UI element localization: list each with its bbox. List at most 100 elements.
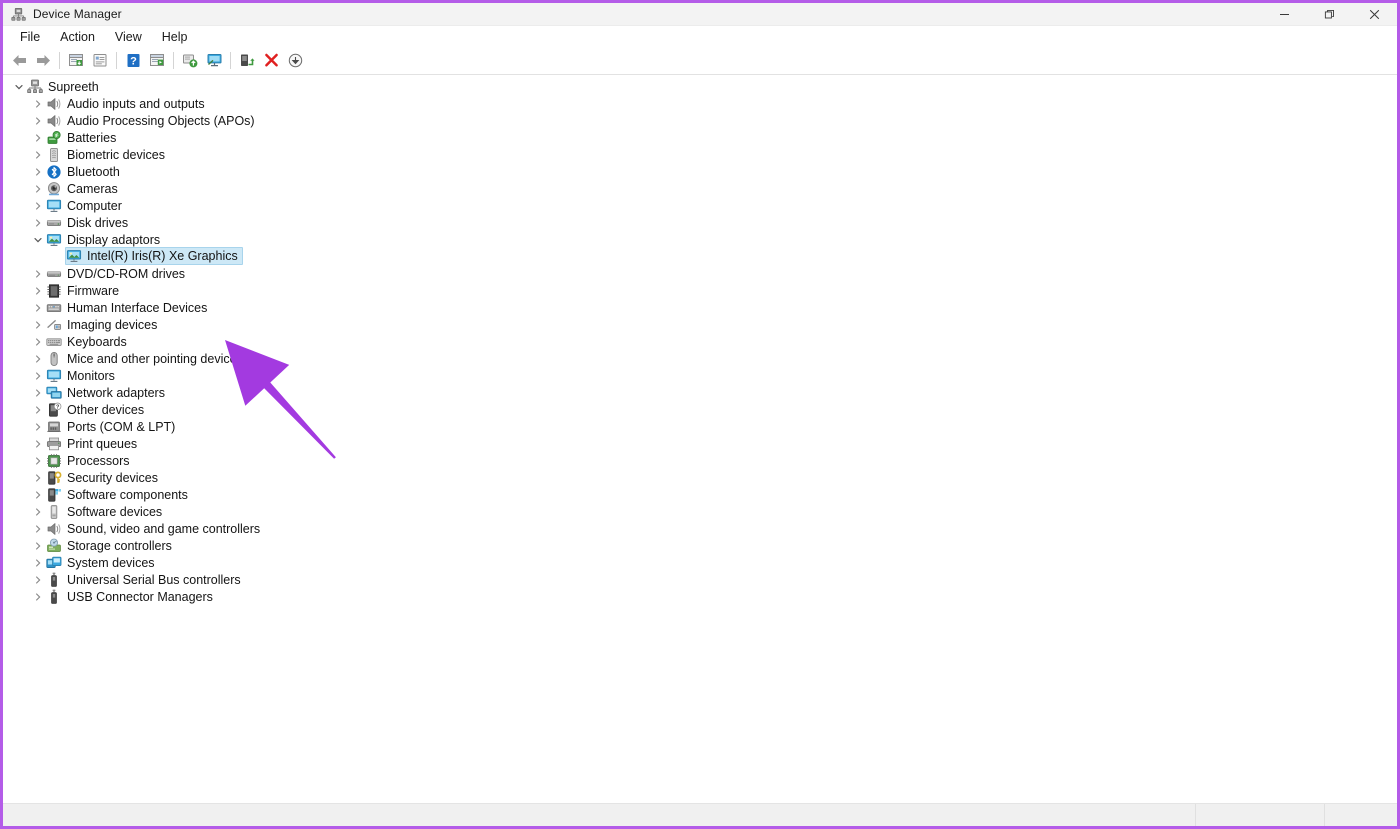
chevron-right-icon[interactable] <box>30 507 46 517</box>
tree-node-selected[interactable]: Intel(R) Iris(R) Xe Graphics <box>65 247 243 265</box>
tree-row[interactable]: Disk drives <box>3 214 1397 231</box>
chevron-right-icon[interactable] <box>30 201 46 211</box>
disable-device-icon[interactable] <box>283 49 307 71</box>
chevron-right-icon[interactable] <box>30 167 46 177</box>
tree-row[interactable]: Audio Processing Objects (APOs) <box>3 112 1397 129</box>
chevron-right-icon[interactable] <box>30 269 46 279</box>
tree-node[interactable]: Batteries <box>46 130 120 146</box>
menu-help[interactable]: Help <box>153 28 197 46</box>
chevron-right-icon[interactable] <box>30 371 46 381</box>
tree-node[interactable]: Processors <box>46 453 134 469</box>
chevron-right-icon[interactable] <box>30 592 46 602</box>
tree-node[interactable]: Universal Serial Bus controllers <box>46 572 245 588</box>
tree-node[interactable]: Supreeth <box>27 79 103 95</box>
tree-row[interactable]: ? Other devices <box>3 401 1397 418</box>
tree-node[interactable]: ? Other devices <box>46 402 148 418</box>
tree-node[interactable]: Keyboards <box>46 334 131 350</box>
tree-node[interactable]: Human Interface Devices <box>46 300 211 316</box>
view-list-icon[interactable] <box>145 49 169 71</box>
chevron-right-icon[interactable] <box>30 388 46 398</box>
tree-node[interactable]: Firmware <box>46 283 123 299</box>
tree-node[interactable]: Audio Processing Objects (APOs) <box>46 113 259 129</box>
tree-node[interactable]: Security devices <box>46 470 162 486</box>
tree-node[interactable]: Audio inputs and outputs <box>46 96 209 112</box>
maximize-restore-button[interactable] <box>1307 3 1352 25</box>
tree-node[interactable]: Sound, video and game controllers <box>46 521 264 537</box>
properties-icon[interactable] <box>88 49 112 71</box>
tree-node[interactable]: Software components <box>46 487 192 503</box>
tree-row[interactable]: Audio inputs and outputs <box>3 95 1397 112</box>
scan-hardware-changes-icon[interactable] <box>202 49 226 71</box>
chevron-right-icon[interactable] <box>30 405 46 415</box>
chevron-right-icon[interactable] <box>30 575 46 585</box>
close-button[interactable] <box>1352 3 1397 25</box>
tree-node[interactable]: Network adapters <box>46 385 169 401</box>
tree-node[interactable]: Biometric devices <box>46 147 169 163</box>
tree-node[interactable]: Monitors <box>46 368 119 384</box>
chevron-right-icon[interactable] <box>30 320 46 330</box>
chevron-right-icon[interactable] <box>30 116 46 126</box>
tree-row[interactable]: Security devices <box>3 469 1397 486</box>
menu-file[interactable]: File <box>11 28 49 46</box>
tree-row[interactable]: Processors <box>3 452 1397 469</box>
tree-row[interactable]: Universal Serial Bus controllers <box>3 571 1397 588</box>
tree-row[interactable]: Display adaptors <box>3 231 1397 248</box>
tree-row[interactable]: Imaging devices <box>3 316 1397 333</box>
menu-view[interactable]: View <box>106 28 151 46</box>
tree-row[interactable]: System devices <box>3 554 1397 571</box>
chevron-right-icon[interactable] <box>30 218 46 228</box>
tree-row[interactable]: Sound, video and game controllers <box>3 520 1397 537</box>
tree-row[interactable]: DVD/CD-ROM drives <box>3 265 1397 282</box>
tree-row[interactable]: Bluetooth <box>3 163 1397 180</box>
tree-row[interactable]: Computer <box>3 197 1397 214</box>
chevron-right-icon[interactable] <box>30 303 46 313</box>
chevron-right-icon[interactable] <box>30 541 46 551</box>
tree-row[interactable]: Biometric devices <box>3 146 1397 163</box>
chevron-right-icon[interactable] <box>30 337 46 347</box>
tree-row[interactable]: Ports (COM & LPT) <box>3 418 1397 435</box>
tree-node[interactable]: Software devices <box>46 504 166 520</box>
tree-row[interactable]: Network adapters <box>3 384 1397 401</box>
chevron-right-icon[interactable] <box>30 422 46 432</box>
chevron-down-icon[interactable] <box>11 82 27 92</box>
tree-row[interactable]: Software devices <box>3 503 1397 520</box>
show-hidden-devices-icon[interactable] <box>64 49 88 71</box>
chevron-right-icon[interactable] <box>30 99 46 109</box>
chevron-right-icon[interactable] <box>30 354 46 364</box>
tree-node[interactable]: System devices <box>46 555 159 571</box>
tree-row[interactable]: Batteries <box>3 129 1397 146</box>
tree-row[interactable]: Software components <box>3 486 1397 503</box>
tree-row[interactable]: Supreeth <box>3 78 1397 95</box>
tree-node[interactable]: Imaging devices <box>46 317 161 333</box>
help-icon[interactable]: ? <box>121 49 145 71</box>
chevron-down-icon[interactable] <box>30 235 46 245</box>
minimize-button[interactable] <box>1262 3 1307 25</box>
chevron-right-icon[interactable] <box>30 150 46 160</box>
menu-action[interactable]: Action <box>51 28 104 46</box>
tree-node[interactable]: Print queues <box>46 436 141 452</box>
chevron-right-icon[interactable] <box>30 439 46 449</box>
tree-row[interactable]: USB Connector Managers <box>3 588 1397 605</box>
chevron-right-icon[interactable] <box>30 184 46 194</box>
tree-node[interactable]: Disk drives <box>46 215 132 231</box>
tree-node[interactable]: Bluetooth <box>46 164 124 180</box>
tree-node[interactable]: Computer <box>46 198 126 214</box>
back-arrow-icon[interactable] <box>7 49 31 71</box>
chevron-right-icon[interactable] <box>30 286 46 296</box>
enable-device-icon[interactable] <box>235 49 259 71</box>
chevron-right-icon[interactable] <box>30 524 46 534</box>
chevron-right-icon[interactable] <box>30 490 46 500</box>
uninstall-device-icon[interactable] <box>259 49 283 71</box>
tree-row[interactable]: Mice and other pointing devices <box>3 350 1397 367</box>
tree-row[interactable]: Human Interface Devices <box>3 299 1397 316</box>
chevron-right-icon[interactable] <box>30 456 46 466</box>
tree-node[interactable]: Storage controllers <box>46 538 176 554</box>
tree-row[interactable]: Keyboards <box>3 333 1397 350</box>
tree-row[interactable]: Cameras <box>3 180 1397 197</box>
forward-arrow-icon[interactable] <box>31 49 55 71</box>
tree-node[interactable]: Cameras <box>46 181 122 197</box>
tree-row[interactable]: Firmware <box>3 282 1397 299</box>
tree-node[interactable]: Display adaptors <box>46 232 164 248</box>
chevron-right-icon[interactable] <box>30 473 46 483</box>
tree-node[interactable]: DVD/CD-ROM drives <box>46 266 189 282</box>
